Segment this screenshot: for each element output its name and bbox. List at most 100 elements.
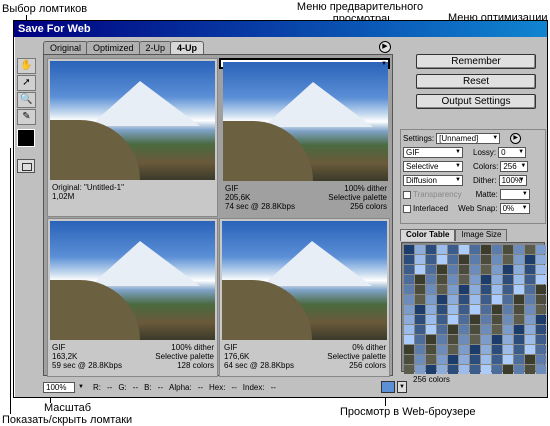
color-swatch[interactable] <box>426 345 436 354</box>
color-swatch[interactable] <box>470 245 480 254</box>
color-swatch[interactable] <box>404 285 414 294</box>
color-swatch[interactable] <box>481 355 491 364</box>
color-swatch[interactable] <box>415 275 425 284</box>
preview-menu-icon[interactable]: ▶ <box>379 41 391 53</box>
color-swatch[interactable] <box>470 315 480 324</box>
color-swatch[interactable] <box>470 305 480 314</box>
color-swatch[interactable] <box>503 285 513 294</box>
color-swatch[interactable] <box>448 315 458 324</box>
color-swatch[interactable] <box>448 295 458 304</box>
websnap-select[interactable]: 0% <box>499 203 530 214</box>
color-swatch[interactable] <box>481 325 491 334</box>
color-swatch[interactable] <box>459 335 469 344</box>
preview-pane-optimized-2[interactable]: GIF 163,2K 59 sec @ 28.8Kbps 100% dither… <box>47 218 218 377</box>
color-swatch[interactable] <box>426 285 436 294</box>
color-swatch[interactable] <box>437 265 447 274</box>
tab-2-up[interactable]: 2-Up <box>138 41 173 54</box>
color-swatch[interactable] <box>525 275 535 284</box>
color-swatch[interactable] <box>514 255 524 264</box>
color-swatch[interactable] <box>404 325 414 334</box>
color-swatch[interactable] <box>459 355 469 364</box>
color-swatch[interactable] <box>492 275 502 284</box>
color-swatch[interactable] <box>415 305 425 314</box>
color-swatch[interactable] <box>536 335 546 344</box>
format-select[interactable]: GIF <box>403 147 463 158</box>
color-swatch[interactable] <box>503 245 513 254</box>
color-swatch[interactable] <box>503 365 513 374</box>
color-swatch[interactable] <box>492 355 502 364</box>
color-swatch[interactable] <box>514 315 524 324</box>
color-swatch[interactable] <box>503 275 513 284</box>
color-swatch[interactable] <box>470 295 480 304</box>
color-swatch[interactable] <box>536 295 546 304</box>
matte-select[interactable] <box>499 189 530 200</box>
color-swatch[interactable] <box>448 335 458 344</box>
color-swatch[interactable] <box>459 305 469 314</box>
color-swatch[interactable] <box>525 305 535 314</box>
color-swatch[interactable] <box>437 245 447 254</box>
color-swatch[interactable] <box>404 245 414 254</box>
color-swatch[interactable] <box>470 345 480 354</box>
color-swatch[interactable] <box>503 295 513 304</box>
color-swatch[interactable] <box>437 285 447 294</box>
color-swatch[interactable] <box>525 285 535 294</box>
color-swatch[interactable] <box>514 245 524 254</box>
color-swatch[interactable] <box>448 275 458 284</box>
color-swatch[interactable] <box>459 265 469 274</box>
preview-pane-original[interactable]: Original: "Untitled-1" 1,02M <box>47 58 218 217</box>
color-swatch[interactable] <box>481 295 491 304</box>
color-swatch[interactable] <box>481 285 491 294</box>
color-swatch[interactable] <box>415 295 425 304</box>
color-swatch[interactable] <box>514 345 524 354</box>
dither-algorithm-select[interactable]: Diffusion <box>403 175 463 186</box>
color-swatch[interactable] <box>492 285 502 294</box>
browser-preview-icon[interactable] <box>381 381 395 393</box>
color-swatch[interactable] <box>536 325 546 334</box>
tab-optimized[interactable]: Optimized <box>86 41 141 54</box>
color-swatch[interactable] <box>536 305 546 314</box>
color-swatch[interactable] <box>492 265 502 274</box>
color-swatch[interactable] <box>426 245 436 254</box>
color-swatch[interactable] <box>525 365 535 374</box>
zoom-tool-icon[interactable]: 🔍 <box>17 92 36 108</box>
color-swatch[interactable] <box>437 345 447 354</box>
color-swatch[interactable] <box>437 275 447 284</box>
color-swatch[interactable] <box>503 335 513 344</box>
color-swatch[interactable] <box>525 245 535 254</box>
preview-pane-optimized-1[interactable]: GIF 205,6K 74 sec @ 28.8Kbps 100% dither… <box>219 58 390 211</box>
color-swatch[interactable] <box>415 285 425 294</box>
color-swatch[interactable] <box>459 285 469 294</box>
lossy-input[interactable]: 0 <box>498 147 527 158</box>
color-swatch[interactable] <box>481 245 491 254</box>
color-swatch[interactable] <box>415 245 425 254</box>
color-swatch[interactable] <box>514 305 524 314</box>
color-swatch[interactable] <box>525 355 535 364</box>
color-swatch[interactable] <box>514 275 524 284</box>
color-swatch[interactable] <box>426 325 436 334</box>
color-swatch[interactable] <box>503 355 513 364</box>
color-swatch[interactable] <box>404 315 414 324</box>
color-swatch[interactable] <box>459 365 469 374</box>
color-swatch[interactable] <box>459 275 469 284</box>
color-swatch[interactable] <box>536 355 546 364</box>
color-swatch[interactable] <box>525 255 535 264</box>
slice-select-tool-icon[interactable]: ➚ <box>17 75 36 91</box>
color-swatch[interactable] <box>404 295 414 304</box>
reset-button[interactable]: Reset <box>416 74 536 89</box>
color-swatch[interactable] <box>536 315 546 324</box>
color-swatch[interactable] <box>415 255 425 264</box>
color-swatch[interactable] <box>492 255 502 264</box>
color-swatch[interactable] <box>514 295 524 304</box>
color-swatch[interactable] <box>415 335 425 344</box>
color-swatch[interactable] <box>426 365 436 374</box>
color-swatch[interactable] <box>437 295 447 304</box>
color-swatch[interactable] <box>448 365 458 374</box>
color-swatch[interactable] <box>492 295 502 304</box>
color-swatch[interactable] <box>481 255 491 264</box>
settings-preset-select[interactable]: [Unnamed] <box>436 133 501 144</box>
color-swatch[interactable] <box>459 325 469 334</box>
color-swatch[interactable] <box>437 355 447 364</box>
palette-select[interactable]: Selective <box>403 161 463 172</box>
color-swatch[interactable] <box>415 355 425 364</box>
color-swatch[interactable] <box>448 305 458 314</box>
